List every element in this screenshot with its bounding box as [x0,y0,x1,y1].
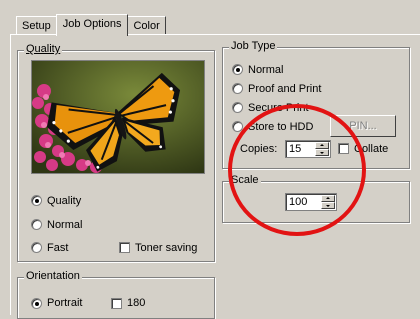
tab-setup[interactable]: Setup [16,16,57,35]
quality-radio-quality-label: Quality [47,195,82,207]
pin-button[interactable]: PIN... [330,115,396,137]
scale-group-title: Scale [229,174,261,186]
quality-radio-fast[interactable] [31,242,42,253]
quality-radio-quality[interactable] [31,195,42,206]
collate-label: Collate [354,143,389,155]
quality-radio-normal[interactable] [31,219,42,230]
tab-color[interactable]: Color [127,16,166,35]
scale-value: 100 [289,196,308,208]
quality-radio-fast-label: Fast [47,242,69,254]
toner-saving-checkbox[interactable] [119,242,130,253]
job-type-secure-label: Secure Print [248,102,309,114]
spin-up-icon[interactable] [321,195,335,202]
collate-checkbox[interactable] [338,143,349,154]
toner-saving-label: Toner saving [135,242,198,254]
job-type-radio-normal[interactable] [232,64,243,75]
tab-job-options[interactable]: Job Options [55,14,129,36]
scale-spinner[interactable]: 100 [285,193,337,211]
quality-radio-normal-label: Normal [47,219,83,231]
butterfly-image [31,60,205,174]
butterfly-picture [32,61,204,173]
job-type-normal-label: Normal [248,64,284,76]
job-type-proof-label: Proof and Print [248,83,322,95]
job-type-radio-secure-print[interactable] [232,102,243,113]
orientation-portrait-label: Portrait [47,297,83,309]
job-type-radio-store-to-hdd[interactable] [232,121,243,132]
orientation-group-title: Orientation [24,270,82,282]
job-type-radio-proof-and-print[interactable] [232,83,243,94]
copies-label: Copies: [240,143,278,155]
rotate-180-label: 180 [127,297,146,309]
job-type-group-title: Job Type [229,40,278,52]
copies-spinner[interactable]: 15 [285,140,331,158]
quality-group-title: Quality [24,43,63,55]
spin-up-icon[interactable] [315,142,329,149]
copies-value: 15 [289,143,302,155]
job-type-store-label: Store to HDD [248,121,314,133]
spin-down-icon[interactable] [315,149,329,156]
spin-down-icon[interactable] [321,202,335,209]
